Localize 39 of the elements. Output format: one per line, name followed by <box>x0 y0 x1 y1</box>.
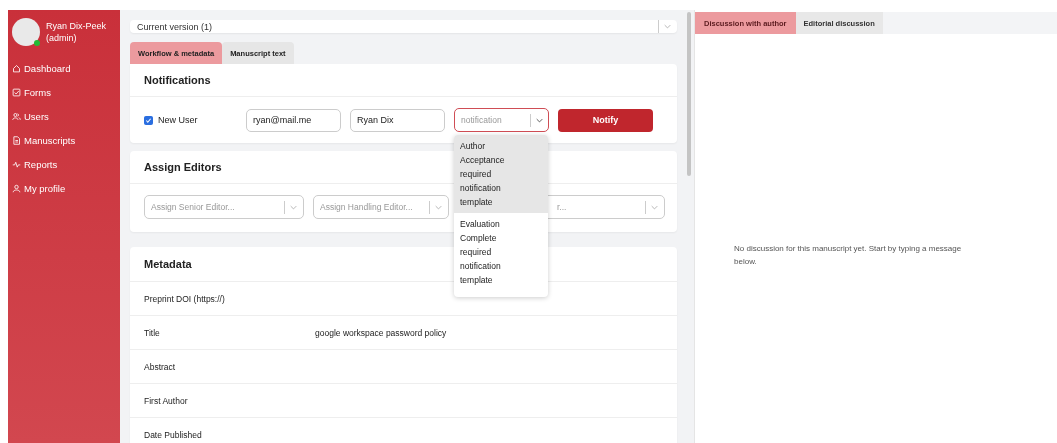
name-field[interactable]: Ryan Dix <box>350 108 445 132</box>
nav-link[interactable]: Forms <box>8 80 120 104</box>
card-title: Notifications <box>144 74 211 86</box>
editor-select[interactable]: Assign Handling Editor... <box>313 195 449 219</box>
chevron-down-icon <box>664 24 671 29</box>
card-title: Assign Editors <box>144 161 222 173</box>
field-label: Preprint DOI (https://) <box>144 293 226 304</box>
scrollbar-thumb[interactable] <box>687 12 691 176</box>
chevron-down-icon <box>536 117 543 123</box>
card-title: Metadata <box>144 258 192 270</box>
users-icon <box>12 111 21 121</box>
empty-message: No discussion for this manuscript yet. Start by typing a message below. <box>734 243 963 268</box>
field-label: First Author <box>144 395 189 406</box>
nav-link[interactable]: Users <box>8 104 120 128</box>
field-label: Title <box>144 327 161 338</box>
user-name: Ryan Dix-Peek <box>46 20 107 32</box>
user-role: (admin) <box>46 32 78 44</box>
field-label: Date Published <box>144 429 203 440</box>
nav-link[interactable]: Manuscripts <box>8 128 120 152</box>
chevron-down-icon <box>651 204 658 210</box>
checkbox[interactable] <box>144 115 153 125</box>
document-icon <box>12 135 21 145</box>
field-label: Abstract <box>144 361 177 372</box>
nav-link[interactable]: My profile <box>8 176 120 200</box>
nav-link[interactable]: Reports <box>8 152 120 176</box>
version-select[interactable]: Current version (1) <box>130 20 677 33</box>
dropdown-option[interactable]: Author Acceptance required notification template <box>454 135 548 213</box>
editor-select[interactable]: Assign Senior Editor... <box>144 195 304 219</box>
checkbox-icon <box>12 87 21 97</box>
notify-button[interactable]: Notify <box>558 108 653 132</box>
home-icon <box>12 63 21 73</box>
nav-link[interactable]: Dashboard <box>8 56 120 80</box>
field-value: google workspace password policy <box>315 327 447 338</box>
pulse-icon <box>12 159 21 169</box>
new-user-checkbox[interactable]: New User <box>144 115 246 125</box>
email-field[interactable]: ryan@mail.me <box>246 108 341 132</box>
chevron-down-icon <box>435 204 442 210</box>
user-icon <box>12 183 21 193</box>
chevron-down-icon <box>290 204 297 210</box>
